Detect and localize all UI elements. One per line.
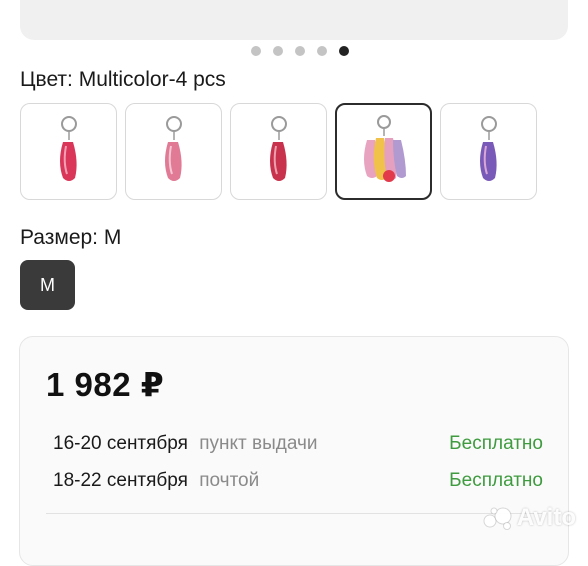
- delivery-cost: Бесплатно: [449, 470, 543, 491]
- avito-watermark: Avito: [483, 504, 576, 532]
- delivery-row-post: 18-22 сентября почтой Бесплатно: [53, 470, 543, 492]
- delivery-cost: Бесплатно: [449, 433, 543, 454]
- gallery-dot[interactable]: [251, 46, 261, 56]
- color-label: Цвет: Multicolor-4 pcs: [20, 68, 226, 91]
- pink-pointe-shoe-keychain-icon: [164, 115, 182, 181]
- color-options: [20, 103, 537, 200]
- gallery-dot-active[interactable]: [339, 46, 349, 56]
- color-option-3[interactable]: [230, 103, 327, 200]
- size-label: Размер: M: [20, 226, 122, 249]
- color-option-2[interactable]: [125, 103, 222, 200]
- avito-logo-icon: [483, 507, 512, 530]
- size-option-m-selected[interactable]: M: [20, 260, 75, 310]
- price: 1 982 ₽: [46, 366, 165, 403]
- gallery-pagination: [6, 46, 588, 56]
- multicolor-pointe-shoes-keychain-icon: [363, 114, 406, 182]
- divider: [46, 513, 542, 514]
- color-option-1[interactable]: [20, 103, 117, 200]
- image-gallery-panel[interactable]: [20, 0, 568, 40]
- delivery-dates: 18-22 сентября: [53, 470, 188, 491]
- color-option-multicolor-selected[interactable]: [335, 103, 432, 200]
- watermark-text: Avito: [516, 504, 576, 531]
- delivery-method: пункт выдачи: [199, 433, 318, 454]
- pink-pointe-shoe-keychain-icon: [269, 115, 287, 181]
- delivery-dates: 16-20 сентября: [53, 433, 188, 454]
- pink-pointe-shoe-keychain-icon: [59, 115, 77, 181]
- color-option-5[interactable]: [440, 103, 537, 200]
- gallery-dot[interactable]: [273, 46, 283, 56]
- gallery-dot[interactable]: [317, 46, 327, 56]
- delivery-method: почтой: [199, 470, 260, 491]
- delivery-row-pickup: 16-20 сентября пункт выдачи Бесплатно: [53, 433, 543, 455]
- purple-pointe-shoe-keychain-icon: [479, 115, 497, 181]
- gallery-dot[interactable]: [295, 46, 305, 56]
